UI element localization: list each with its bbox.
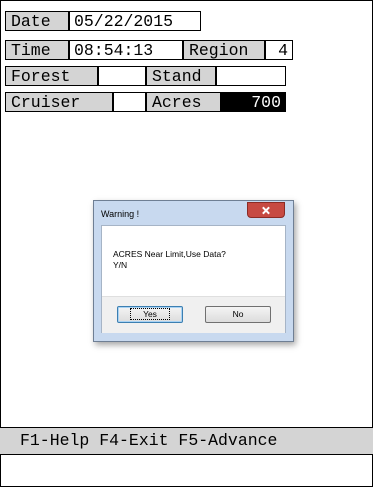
time-field[interactable]: 08:54:13 bbox=[69, 40, 183, 60]
cruiser-field[interactable] bbox=[113, 92, 146, 112]
region-label: Region bbox=[183, 40, 265, 60]
acres-field[interactable]: 700 bbox=[221, 92, 286, 112]
no-button[interactable]: No bbox=[205, 306, 271, 323]
cruiser-label: Cruiser bbox=[5, 92, 113, 112]
date-label: Date bbox=[5, 11, 69, 31]
forest-field[interactable] bbox=[98, 66, 146, 86]
acres-label: Acres bbox=[146, 92, 221, 112]
dialog-body: ACRES Near Limit,Use Data? Y/N Yes No bbox=[101, 225, 286, 333]
dialog-footer: Yes No bbox=[102, 296, 285, 333]
dialog-message: ACRES Near Limit,Use Data? Y/N bbox=[113, 249, 226, 270]
time-label: Time bbox=[5, 40, 69, 60]
yes-button[interactable]: Yes bbox=[117, 306, 183, 323]
yes-button-label: Yes bbox=[130, 308, 170, 320]
function-key-text: F1-Help F4-Exit F5-Advance bbox=[20, 431, 278, 450]
warning-dialog: Warning ! ACRES Near Limit,Use Data? Y/N… bbox=[93, 200, 294, 342]
date-field[interactable]: 05/22/2015 bbox=[69, 11, 201, 31]
dialog-title: Warning ! bbox=[101, 209, 140, 219]
forest-label: Forest bbox=[5, 66, 98, 86]
stand-field[interactable] bbox=[216, 66, 286, 86]
no-button-label: No bbox=[232, 309, 244, 319]
region-field[interactable]: 4 bbox=[265, 40, 293, 60]
function-key-bar: F1-Help F4-Exit F5-Advance bbox=[0, 427, 373, 455]
stand-label: Stand bbox=[146, 66, 216, 86]
close-icon[interactable] bbox=[247, 202, 285, 218]
